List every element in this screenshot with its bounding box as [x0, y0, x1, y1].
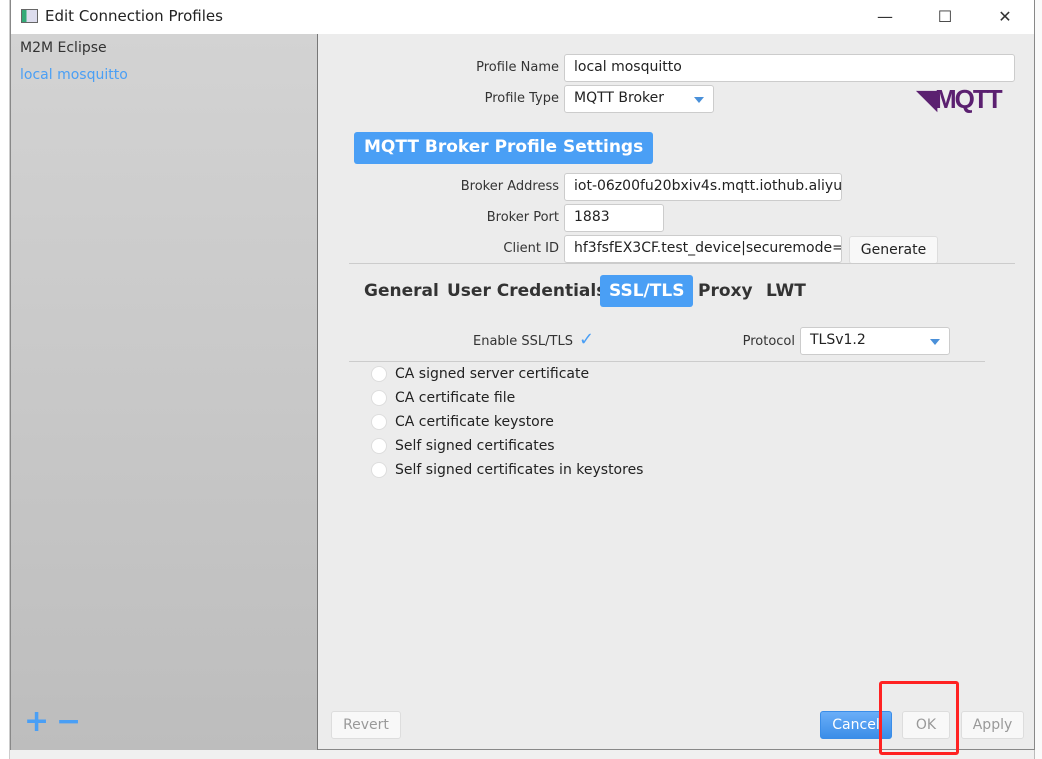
- profile-type-label: Profile Type: [484, 91, 559, 106]
- enable-ssl-checkbox[interactable]: ✓: [579, 329, 594, 350]
- profile-editor: Profile Name local mosquitto Profile Typ…: [319, 34, 1035, 750]
- profile-name-label: Profile Name: [476, 60, 559, 75]
- enable-ssl-label: Enable SSL/TLS: [473, 334, 573, 349]
- radio-ca-certificate-keystore[interactable]: [371, 414, 387, 430]
- app-icon: [21, 9, 38, 23]
- background-app-right: [1034, 0, 1042, 759]
- tab-lwt[interactable]: LWT: [757, 275, 815, 307]
- profiles-sidebar: M2M Eclipse local mosquitto + −: [11, 34, 318, 750]
- title-bar: Edit Connection Profiles — ☐ ✕: [11, 0, 1034, 34]
- option-label: Self signed certificates in keystores: [395, 462, 644, 478]
- radio-ca-certificate-file[interactable]: [371, 390, 387, 406]
- profile-item-local-mosquitto[interactable]: local mosquitto: [20, 67, 128, 83]
- background-app-left: [0, 0, 10, 759]
- chevron-down-icon: [930, 339, 940, 350]
- window-title: Edit Connection Profiles: [45, 7, 223, 25]
- mqtt-logo: ◥MQTT: [917, 84, 1003, 114]
- tab-proxy[interactable]: Proxy: [689, 275, 762, 307]
- tab-user-credentials[interactable]: User Credentials: [438, 275, 615, 307]
- option-label: CA certificate file: [395, 390, 516, 406]
- broker-port-label: Broker Port: [486, 210, 559, 225]
- add-profile-button[interactable]: +: [24, 704, 49, 739]
- highlight-annotation: [879, 681, 959, 755]
- generate-button[interactable]: Generate: [849, 236, 938, 264]
- divider: [349, 263, 1015, 264]
- protocol-value: TLSv1.2: [810, 332, 866, 348]
- section-title: MQTT Broker Profile Settings: [354, 132, 654, 164]
- close-button[interactable]: ✕: [983, 4, 1027, 30]
- remove-profile-button[interactable]: −: [56, 704, 81, 739]
- protocol-select[interactable]: TLSv1.2: [800, 327, 950, 355]
- client-id-label: Client ID: [503, 241, 559, 256]
- profile-type-select[interactable]: MQTT Broker: [564, 85, 714, 113]
- client-id-input[interactable]: hf3fsfEX3CF.test_device|securemode=2: [564, 235, 842, 263]
- revert-button[interactable]: Revert: [331, 711, 401, 739]
- option-label: CA signed server certificate: [395, 366, 590, 382]
- chevron-down-icon: [694, 97, 704, 108]
- protocol-label: Protocol: [742, 334, 795, 349]
- radio-self-signed-certificates-in-keystores[interactable]: [371, 462, 387, 478]
- edit-connection-profiles-dialog: Edit Connection Profiles — ☐ ✕ M2M Eclip…: [10, 0, 1035, 750]
- profile-type-value: MQTT Broker: [574, 90, 665, 106]
- broker-port-input[interactable]: 1883: [564, 204, 664, 232]
- apply-button[interactable]: Apply: [961, 711, 1024, 739]
- profile-item-m2m-eclipse[interactable]: M2M Eclipse: [20, 40, 107, 56]
- tab-general[interactable]: General: [355, 275, 448, 307]
- profile-name-input[interactable]: local mosquitto: [564, 54, 1015, 82]
- option-label: Self signed certificates: [395, 438, 555, 454]
- divider: [349, 361, 985, 362]
- radio-ca-signed-server-certificate[interactable]: [371, 366, 387, 382]
- broker-address-input[interactable]: iot-06z00fu20bxiv4s.mqtt.iothub.aliyur: [564, 173, 842, 201]
- maximize-button[interactable]: ☐: [923, 4, 967, 30]
- minimize-button[interactable]: —: [863, 4, 907, 30]
- radio-self-signed-certificates[interactable]: [371, 438, 387, 454]
- broker-address-label: Broker Address: [460, 179, 559, 194]
- option-label: CA certificate keystore: [395, 414, 554, 430]
- tab-ssl-tls[interactable]: SSL/TLS: [600, 275, 694, 307]
